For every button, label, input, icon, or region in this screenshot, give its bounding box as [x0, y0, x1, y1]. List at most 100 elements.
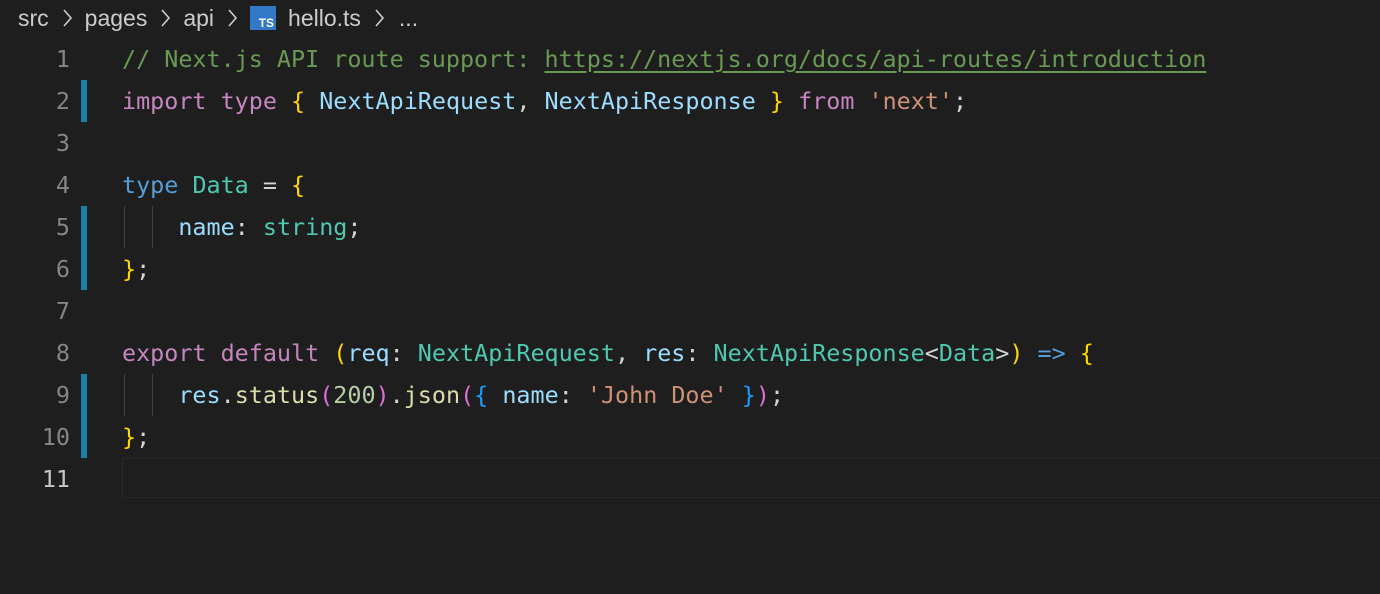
code-token: name [178, 213, 235, 241]
code-token: { [474, 381, 489, 409]
code-token[interactable]: https://nextjs.org/docs/api-routes/intro… [544, 45, 1206, 73]
code-line[interactable]: 8 export default (req: NextApiRequest, re… [0, 332, 1380, 374]
code-token: import [122, 87, 207, 115]
code-token: : [389, 339, 418, 367]
code-token: Data [938, 339, 996, 367]
code-token: ; [136, 423, 151, 451]
code-token: < [924, 339, 939, 367]
code-token: type [220, 87, 277, 115]
code-line[interactable]: 3 [0, 122, 1380, 164]
current-line-highlight [122, 458, 1380, 498]
code-token: export [122, 339, 207, 367]
code-token: from [798, 87, 855, 115]
git-modified-indicator[interactable] [81, 248, 87, 290]
code-token: req [347, 339, 390, 367]
chevron-right-icon [367, 6, 391, 30]
line-number: 7 [55, 297, 70, 325]
code-token: ; [136, 255, 151, 283]
code-token: , [614, 339, 644, 367]
line-number: 10 [41, 423, 70, 451]
code-token: } [741, 381, 756, 409]
code-token: } [122, 423, 137, 451]
code-text: // Next.js API route support: https://ne… [122, 38, 1206, 80]
code-token: default [220, 339, 320, 367]
code-token: ; [769, 381, 785, 409]
code-token: ) [1009, 339, 1024, 367]
code-line[interactable]: 6}; [0, 248, 1380, 290]
code-line[interactable]: 11 [0, 458, 1380, 500]
code-token: 'next' [868, 87, 954, 115]
code-editor[interactable]: 1 // Next.js API route support: https://n… [0, 38, 1380, 594]
code-token: 200 [333, 381, 376, 409]
code-token: , [516, 87, 545, 115]
code-line[interactable]: 1 // Next.js API route support: https://n… [0, 38, 1380, 80]
git-modified-indicator[interactable] [81, 416, 87, 458]
code-token: > [995, 339, 1010, 367]
code-text: export default (req: NextApiRequest, res… [122, 332, 1094, 374]
code-line[interactable]: 5 name: string; [0, 206, 1380, 248]
code-token: : [685, 339, 714, 367]
breadcrumb-item-api[interactable]: api [183, 5, 214, 32]
code-token: NextApiResponse [544, 87, 756, 115]
code-text: type Data = { [122, 164, 305, 206]
code-token: : [234, 213, 263, 241]
code-text: res.status(200).json({ name: 'John Doe' … [122, 374, 784, 416]
code-token: status [234, 381, 320, 409]
breadcrumb-item-file[interactable]: hello.ts [288, 5, 361, 32]
code-text: name: string; [122, 206, 361, 248]
code-token: NextApiRequest [417, 339, 615, 367]
line-number: 5 [55, 213, 70, 241]
git-modified-indicator[interactable] [81, 206, 87, 248]
code-token: = [248, 171, 292, 199]
code-line[interactable]: 4 type Data = { [0, 164, 1380, 206]
line-number: 3 [55, 129, 70, 157]
line-number: 2 [55, 87, 70, 115]
line-number: 1 [55, 45, 70, 73]
code-line[interactable]: 9 res.status(200).json({ name: 'John Doe… [0, 374, 1380, 416]
breadcrumb: src pages api TS hello.ts ... [18, 0, 418, 36]
code-text: }; [122, 248, 150, 290]
code-line[interactable]: 10}; [0, 416, 1380, 458]
code-token: { [1079, 339, 1094, 367]
code-token: ( [319, 381, 334, 409]
code-token: : [558, 381, 587, 409]
code-token: string [262, 213, 348, 241]
code-token: => [1037, 339, 1066, 367]
breadcrumb-symbols-ellipsis[interactable]: ... [399, 5, 418, 32]
code-token: NextApiResponse [713, 339, 925, 367]
code-token: ; [953, 87, 968, 115]
line-number: 11 [41, 465, 70, 493]
git-modified-indicator[interactable] [81, 80, 87, 122]
code-token: { [291, 87, 306, 115]
code-token: // Next.js API route support: [122, 45, 545, 73]
code-token: NextApiRequest [319, 87, 517, 115]
code-line[interactable]: 7 [0, 290, 1380, 332]
git-modified-indicator[interactable] [81, 374, 87, 416]
line-number: 8 [55, 339, 70, 367]
code-token: type [122, 171, 179, 199]
code-token: res [178, 381, 221, 409]
code-token: ( [333, 339, 348, 367]
code-line[interactable]: 2 import type { NextApiRequest, NextApiRe… [0, 80, 1380, 122]
breadcrumb-item-pages[interactable]: pages [85, 5, 148, 32]
chevron-right-icon [153, 6, 177, 30]
code-token: } [122, 255, 137, 283]
code-token: 'John Doe' [586, 381, 728, 409]
code-text: import type { NextApiRequest, NextApiRes… [122, 80, 967, 122]
chevron-right-icon [220, 6, 244, 30]
line-number: 9 [55, 381, 70, 409]
breadcrumb-item-src[interactable]: src [18, 5, 49, 32]
